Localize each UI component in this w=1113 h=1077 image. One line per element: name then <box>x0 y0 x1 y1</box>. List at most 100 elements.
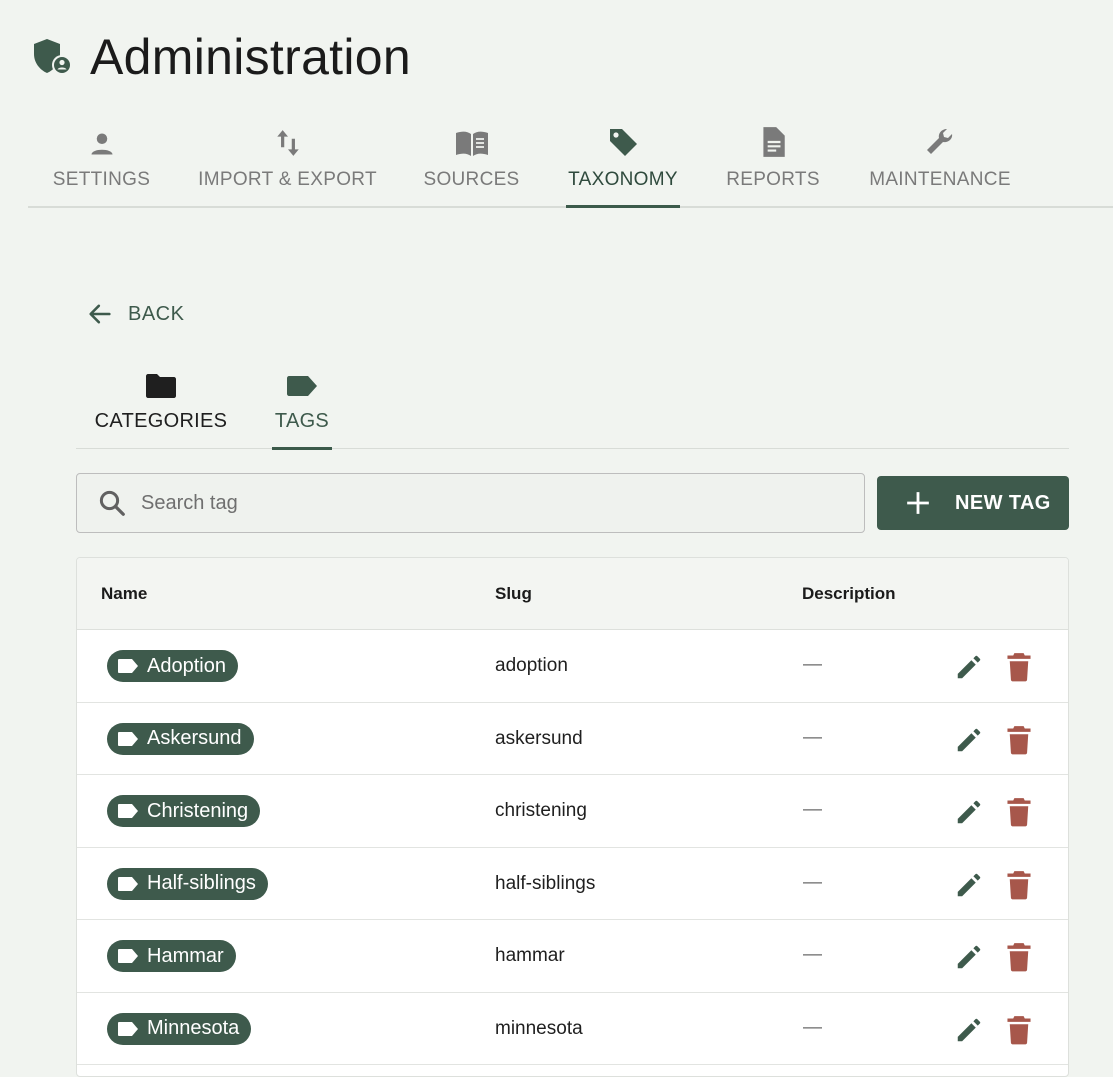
tag-description: — <box>803 1016 822 1038</box>
tag-slug: christening <box>495 800 587 821</box>
tab-label: MAINTENANCE <box>869 169 1011 190</box>
tab-settings[interactable]: SETTINGS <box>52 118 151 208</box>
plus-icon <box>907 492 929 514</box>
pencil-icon <box>957 1018 981 1041</box>
tab-label: TAGS <box>274 410 330 432</box>
tag-chip[interactable]: Hammar <box>107 940 236 972</box>
tab-label: SOURCES <box>423 169 520 190</box>
tab-import-export[interactable]: IMPORT & EXPORT <box>198 118 377 208</box>
tag-slug: askersund <box>495 727 583 749</box>
tag-chip[interactable]: Adoption <box>107 650 238 682</box>
label-icon <box>118 949 138 963</box>
pencil-icon <box>957 800 981 824</box>
pencil-icon <box>957 728 981 751</box>
trash-icon <box>1007 870 1031 899</box>
tag-name: Minnesota <box>147 1017 240 1039</box>
main-tabs: SETTINGS IMPORT & EXPORT SOURCES TAXONOM… <box>28 118 1113 208</box>
trash-icon <box>1007 725 1031 754</box>
tab-label: SETTINGS <box>52 169 151 190</box>
table-header: Name Slug Description <box>77 558 1068 630</box>
document-icon <box>763 127 785 157</box>
edit-button[interactable] <box>953 796 985 828</box>
tag-description: — <box>803 726 822 748</box>
tag-chip[interactable]: Half-siblings <box>107 867 268 900</box>
new-tag-button[interactable]: NEW TAG <box>877 476 1069 530</box>
tag-description: — <box>803 944 822 965</box>
tag-description: — <box>803 654 822 675</box>
table-row: Adoption adoption — <box>77 630 1068 703</box>
tag-name: Askersund <box>147 727 242 749</box>
table-row: Minnesota minnesota — <box>77 993 1068 1065</box>
tab-categories[interactable]: CATEGORIES <box>95 368 227 449</box>
trash-icon <box>1007 943 1031 972</box>
tag-chip[interactable]: Askersund <box>107 722 254 755</box>
pencil-icon <box>957 873 981 896</box>
tab-label: TAXONOMY <box>568 169 678 190</box>
table-row: Askersund askersund — <box>77 703 1068 775</box>
back-label: BACK <box>128 302 185 325</box>
edit-button[interactable] <box>953 1014 985 1046</box>
person-icon <box>91 133 112 155</box>
tab-tags[interactable]: TAGS <box>272 368 332 450</box>
column-header-name: Name <box>101 584 148 603</box>
trash-icon <box>1007 798 1031 827</box>
edit-button[interactable] <box>953 724 985 756</box>
tag-slug: minnesota <box>495 1017 583 1039</box>
tags-table: Name Slug Description Adoption adoption … <box>76 557 1069 1077</box>
edit-button[interactable] <box>953 869 985 901</box>
label-icon <box>287 376 317 396</box>
page-header: Administration <box>32 28 411 86</box>
trash-icon <box>1007 653 1031 682</box>
table-row: Hammar hammar — <box>77 920 1068 993</box>
trash-icon <box>1007 1015 1031 1044</box>
tag-chip[interactable]: Minnesota <box>107 1012 252 1045</box>
tab-maintenance[interactable]: MAINTENANCE <box>866 118 1014 208</box>
search-field[interactable] <box>76 473 865 533</box>
active-tab-indicator <box>566 205 680 208</box>
new-tag-label: NEW TAG <box>955 491 1051 514</box>
delete-button[interactable] <box>1003 941 1035 973</box>
tab-sources[interactable]: SOURCES <box>423 118 520 208</box>
tab-reports[interactable]: REPORTS <box>726 118 820 208</box>
folder-icon <box>146 374 176 398</box>
pencil-icon <box>957 945 981 969</box>
back-button[interactable]: BACK <box>86 300 184 328</box>
import-export-icon <box>276 130 299 156</box>
tag-slug: adoption <box>495 655 568 676</box>
label-icon <box>118 659 138 673</box>
delete-button[interactable] <box>1003 1014 1035 1046</box>
tag-description: — <box>803 871 822 893</box>
edit-button[interactable] <box>953 651 985 683</box>
search-icon <box>99 490 125 516</box>
label-icon <box>118 876 138 891</box>
tab-label: REPORTS <box>726 169 820 190</box>
table-row: Half-siblings half-siblings — <box>77 848 1068 920</box>
search-input[interactable] <box>141 491 864 515</box>
delete-button[interactable] <box>1003 724 1035 756</box>
wrench-icon <box>927 129 953 154</box>
tag-name: Christening <box>147 799 249 822</box>
pencil-icon <box>957 655 981 679</box>
delete-button[interactable] <box>1003 796 1035 828</box>
label-icon <box>118 1021 138 1036</box>
label-icon <box>118 804 138 818</box>
tag-slug: half-siblings <box>495 872 596 894</box>
page-title: Administration <box>90 29 411 85</box>
delete-button[interactable] <box>1003 869 1035 901</box>
tab-label: IMPORT & EXPORT <box>198 169 377 190</box>
edit-button[interactable] <box>953 941 985 973</box>
tab-taxonomy[interactable]: TAXONOMY <box>566 118 680 208</box>
tag-description: — <box>803 799 822 820</box>
tab-label: CATEGORIES <box>94 410 228 432</box>
table-row: Christening christening — <box>77 775 1068 848</box>
tag-slug: hammar <box>495 945 565 966</box>
delete-button[interactable] <box>1003 651 1035 683</box>
tag-name: Half-siblings <box>147 872 256 894</box>
column-header-slug: Slug <box>495 584 532 603</box>
sub-tabs: CATEGORIES TAGS <box>76 368 1069 450</box>
label-icon <box>118 731 138 746</box>
book-icon <box>455 131 488 156</box>
tag-icon <box>610 129 637 156</box>
tag-name: Hammar <box>147 944 224 967</box>
tag-chip[interactable]: Christening <box>107 795 261 827</box>
